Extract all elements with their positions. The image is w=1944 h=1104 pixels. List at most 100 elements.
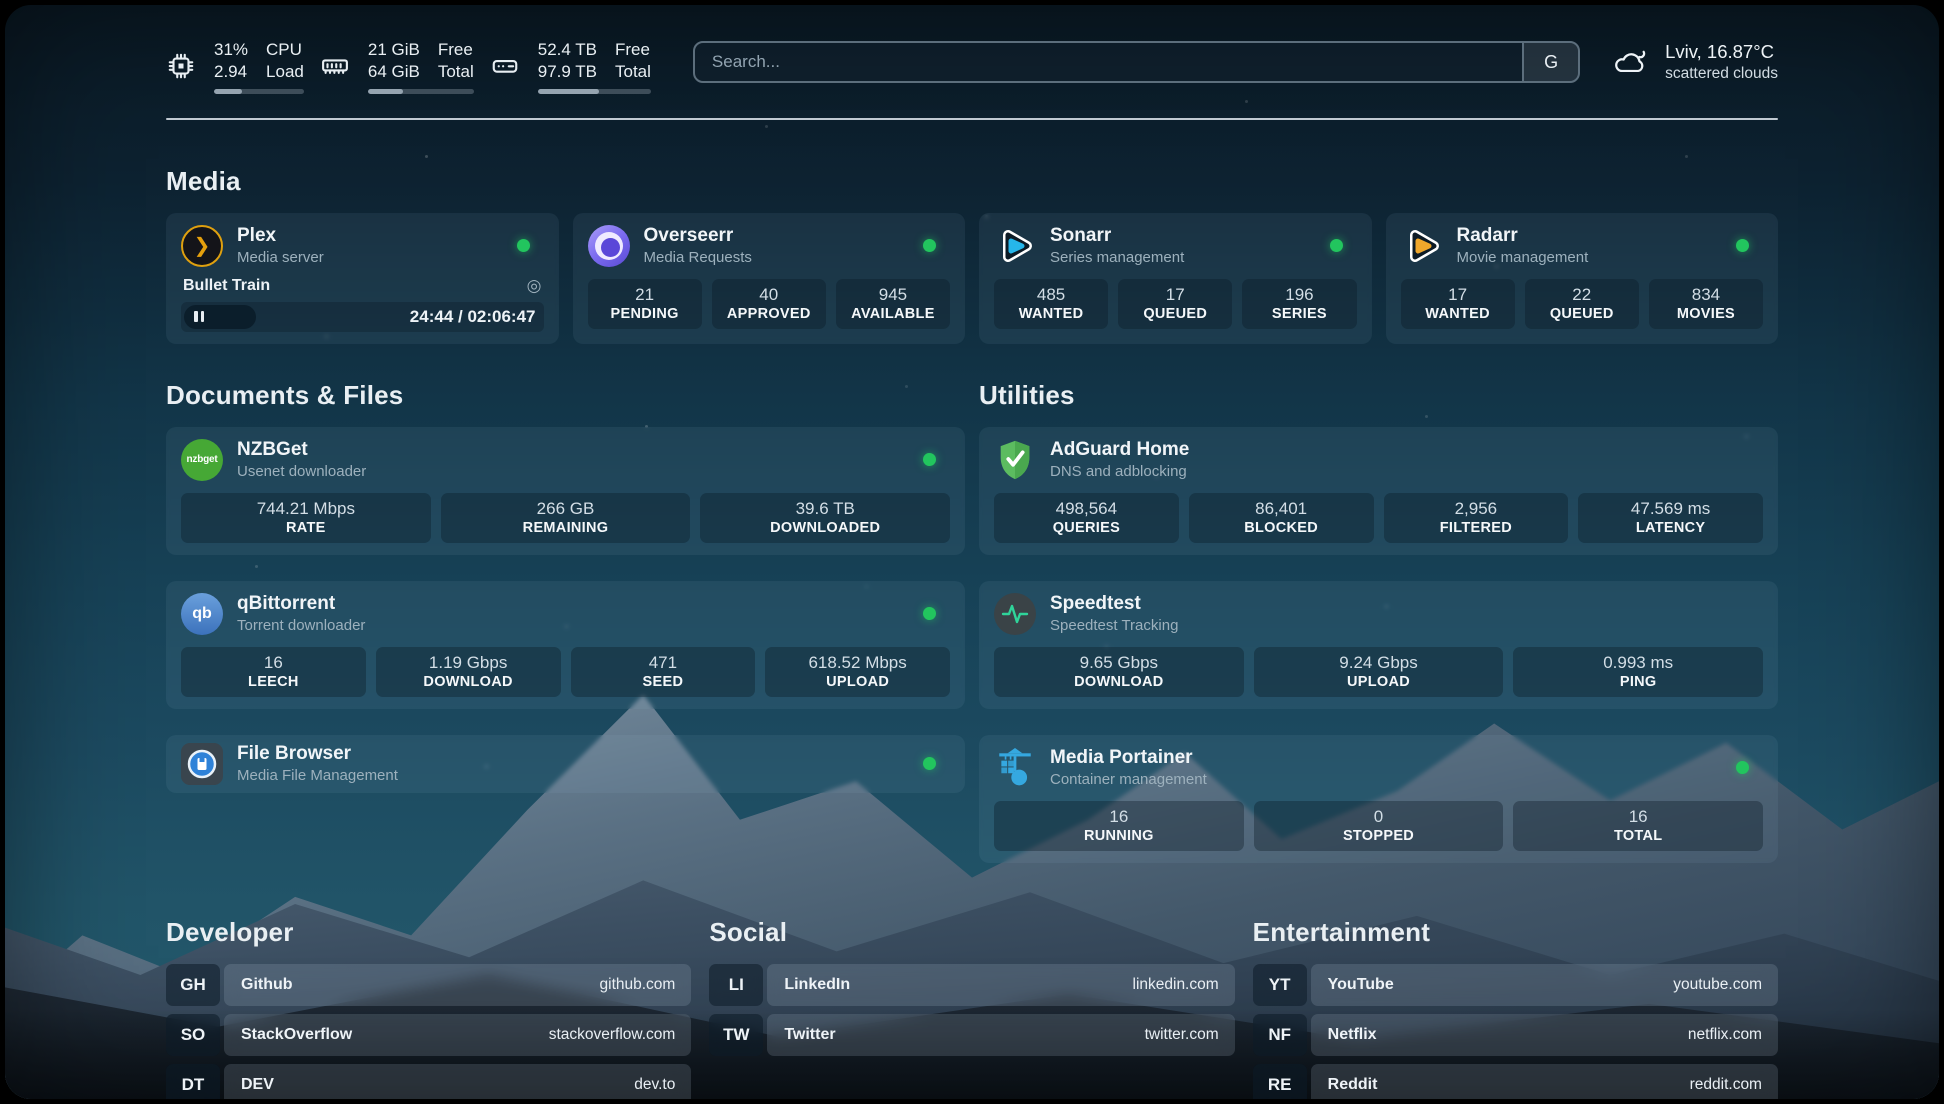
bookmark-netflix[interactable]: NF Netflixnetflix.com (1253, 1014, 1778, 1056)
bookmark-twitter[interactable]: TW Twittertwitter.com (709, 1014, 1234, 1056)
bookmark-stackoverflow[interactable]: SO StackOverflowstackoverflow.com (166, 1014, 691, 1056)
stat-box: 744.21 MbpsRATE (181, 493, 431, 543)
stat-box: 2,956FILTERED (1384, 493, 1569, 543)
radarr-icon (1401, 225, 1443, 267)
stat-box: 618.52 MbpsUPLOAD (765, 647, 950, 697)
service-card-radarr[interactable]: Radarr Movie management 17WANTED 22QUEUE… (1386, 213, 1779, 344)
section-title-social: Social (709, 917, 1234, 948)
playback-progress[interactable]: 24:44 / 02:06:47 (181, 302, 544, 332)
disk-icon (490, 51, 520, 81)
stat-box: 16LEECH (181, 647, 366, 697)
service-subtitle: Movie management (1457, 249, 1589, 266)
plex-icon: ❯ (181, 225, 223, 267)
stat-box: 86,401BLOCKED (1189, 493, 1374, 543)
service-subtitle: Container management (1050, 771, 1207, 788)
memory-usage-bar (368, 89, 474, 94)
service-card-portainer[interactable]: Media Portainer Container management 16R… (979, 735, 1778, 863)
portainer-icon (994, 747, 1036, 789)
status-dot (923, 239, 936, 252)
memory-values: 21 GiB64 GiB (368, 39, 420, 83)
service-card-overseerr[interactable]: Overseerr Media Requests 21PENDING 40APP… (573, 213, 966, 344)
stat-box: 0STOPPED (1254, 801, 1504, 851)
disk-values: 52.4 TB97.9 TB (538, 39, 597, 83)
stat-box: 196SERIES (1242, 279, 1356, 329)
service-card-adguard[interactable]: AdGuard Home DNS and adblocking 498,564Q… (979, 427, 1778, 555)
bookmarks-section: Developer GH Githubgithub.com SO StackOv… (166, 917, 1778, 1100)
weather-widget: Lviv, 16.87°C scattered clouds (1612, 40, 1778, 84)
search-bar: G (693, 41, 1580, 83)
now-playing-title: Bullet Train (183, 277, 270, 295)
stat-box: 471SEED (571, 647, 756, 697)
top-bar: 31%2.94 CPULoad 21 GiB64 GiB FreeTotal (166, 39, 1778, 94)
service-subtitle: Usenet downloader (237, 463, 366, 480)
status-dot (923, 453, 936, 466)
nzbget-icon: nzbget (181, 439, 223, 481)
memory-labels: FreeTotal (438, 39, 474, 83)
stat-box: 40APPROVED (712, 279, 826, 329)
pause-indicator[interactable] (184, 305, 256, 329)
section-media: Media ❯ Plex Media server Bullet Train ◎ (166, 166, 1778, 344)
service-name: qBittorrent (237, 593, 365, 615)
overseerr-icon (588, 225, 630, 267)
bookmark-group-social: Social LI LinkedInlinkedin.com TW Twitte… (709, 917, 1234, 1100)
stat-box: 834MOVIES (1649, 279, 1763, 329)
service-subtitle: Media Requests (644, 249, 752, 266)
bookmark-linkedin[interactable]: LI LinkedInlinkedin.com (709, 964, 1234, 1006)
qbittorrent-icon: qb (181, 593, 223, 635)
disk-labels: FreeTotal (615, 39, 651, 83)
stat-box: 1.19 GbpsDOWNLOAD (376, 647, 561, 697)
bookmark-youtube[interactable]: YT YouTubeyoutube.com (1253, 964, 1778, 1006)
cpu-usage-bar (214, 89, 304, 94)
service-subtitle: Media server (237, 249, 324, 266)
service-subtitle: DNS and adblocking (1050, 463, 1189, 480)
service-card-nzbget[interactable]: nzbget NZBGet Usenet downloader 744.21 M… (166, 427, 965, 555)
search-provider-button[interactable]: G (1522, 43, 1578, 81)
service-name: Sonarr (1050, 225, 1184, 247)
bookmark-reddit[interactable]: RE Redditreddit.com (1253, 1064, 1778, 1100)
speedtest-icon (994, 593, 1036, 635)
service-name: Media Portainer (1050, 747, 1207, 769)
stat-box: 485WANTED (994, 279, 1108, 329)
header-divider (166, 118, 1778, 120)
section-title-entertainment: Entertainment (1253, 917, 1778, 948)
stat-box: 498,564QUERIES (994, 493, 1179, 543)
stat-box: 16RUNNING (994, 801, 1244, 851)
service-card-qbittorrent[interactable]: qb qBittorrent Torrent downloader 16LEEC… (166, 581, 965, 709)
search-input[interactable] (695, 43, 1522, 81)
stat-box: 47.569 msLATENCY (1578, 493, 1763, 543)
section-utilities: Utilities AdGuard Home DNS and adblock (979, 380, 1778, 863)
playback-time: 24:44 / 02:06:47 (410, 307, 536, 327)
bookmark-github[interactable]: GH Githubgithub.com (166, 964, 691, 1006)
section-documents: Documents & Files nzbget NZBGet Usenet d… (166, 380, 965, 863)
disk-usage-bar (538, 89, 651, 94)
bookmark-dev[interactable]: DT DEVdev.to (166, 1064, 691, 1100)
filebrowser-icon (181, 743, 223, 785)
service-name: Speedtest (1050, 593, 1178, 615)
service-name: AdGuard Home (1050, 439, 1189, 461)
service-name: File Browser (237, 743, 398, 765)
service-name: Plex (237, 225, 324, 247)
cpu-labels: CPULoad (266, 39, 304, 83)
status-dot (1736, 239, 1749, 252)
service-name: NZBGet (237, 439, 366, 461)
status-dot (517, 239, 530, 252)
cpu-values: 31%2.94 (214, 39, 248, 83)
weather-location-temp: Lviv, 16.87°C (1665, 40, 1778, 64)
cpu-chip-icon (166, 51, 196, 81)
service-card-plex[interactable]: ❯ Plex Media server Bullet Train ◎ 24:44 (166, 213, 559, 344)
stat-box: 17QUEUED (1118, 279, 1232, 329)
service-card-sonarr[interactable]: Sonarr Series management 485WANTED 17QUE… (979, 213, 1372, 344)
memory-widget: 21 GiB64 GiB FreeTotal (320, 39, 474, 94)
stat-box: 39.6 TBDOWNLOADED (700, 493, 950, 543)
stat-box: 21PENDING (588, 279, 702, 329)
stat-box: 22QUEUED (1525, 279, 1639, 329)
cloud-icon (1612, 46, 1650, 78)
service-subtitle: Speedtest Tracking (1050, 617, 1178, 634)
service-subtitle: Torrent downloader (237, 617, 365, 634)
weather-condition: scattered clouds (1665, 64, 1778, 84)
service-card-speedtest[interactable]: Speedtest Speedtest Tracking 9.65 GbpsDO… (979, 581, 1778, 709)
stat-box: 9.65 GbpsDOWNLOAD (994, 647, 1244, 697)
service-card-filebrowser[interactable]: File Browser Media File Management (166, 735, 965, 793)
cpu-widget: 31%2.94 CPULoad (166, 39, 304, 94)
session-icon: ◎ (527, 276, 542, 296)
